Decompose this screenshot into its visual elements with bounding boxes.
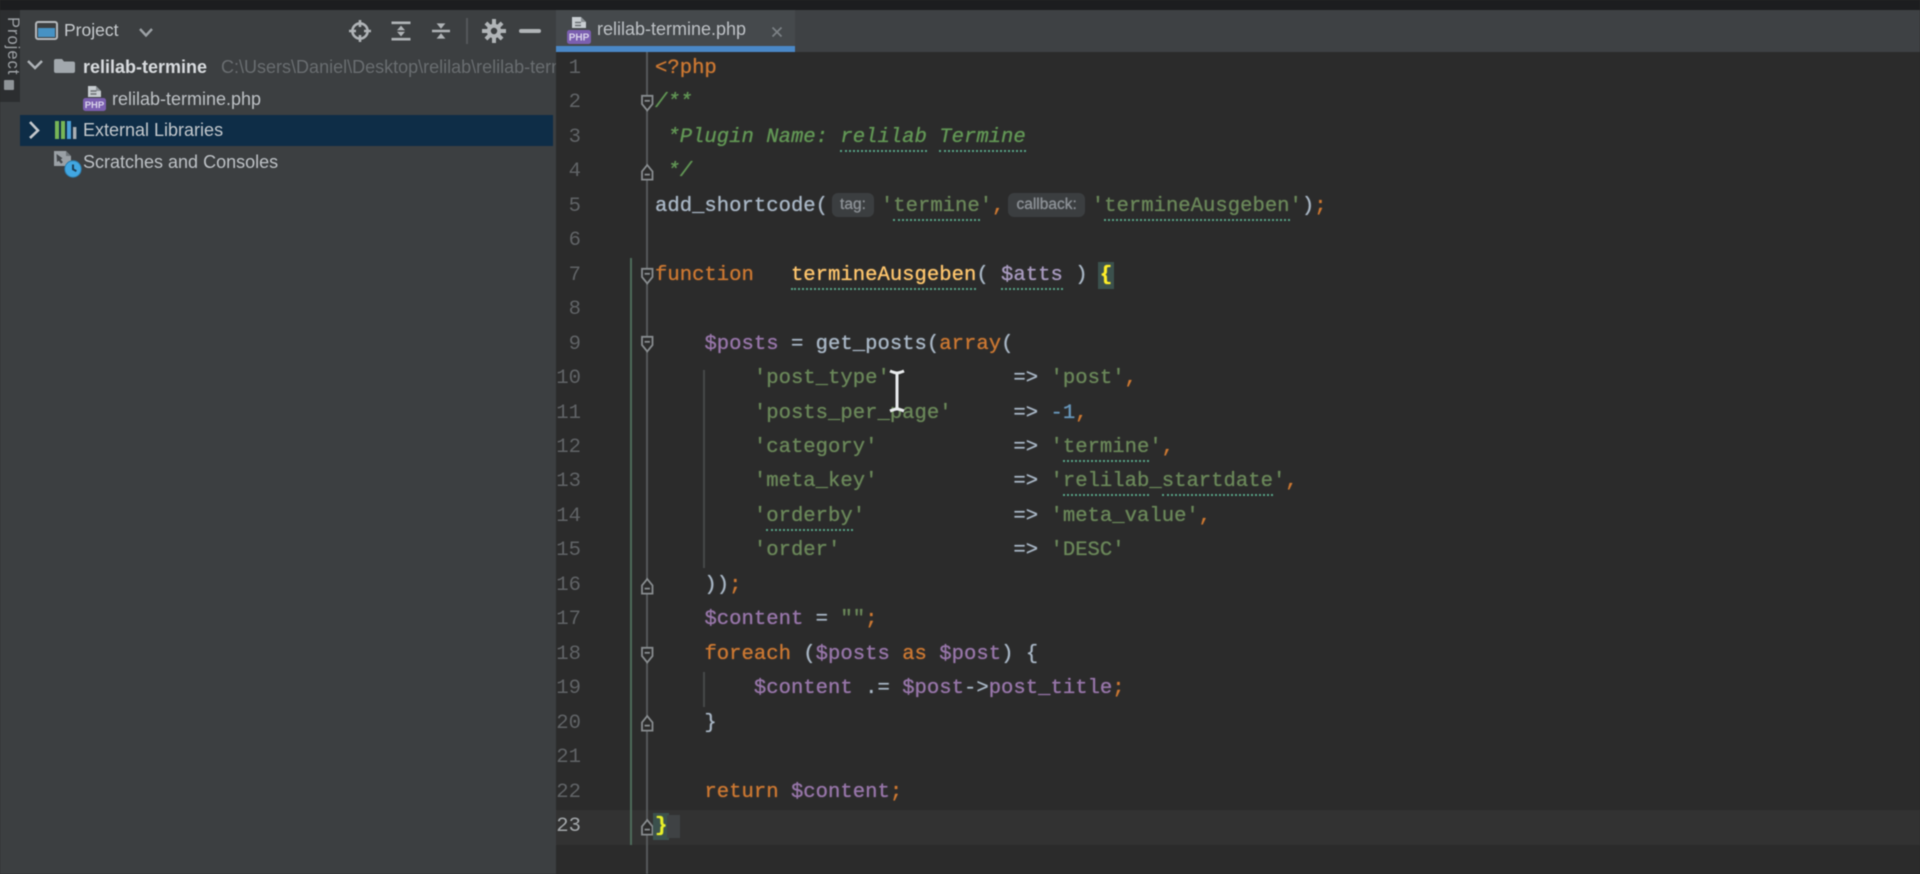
svg-text:PHP: PHP [569, 33, 590, 44]
svg-text:PHP: PHP [85, 100, 105, 111]
